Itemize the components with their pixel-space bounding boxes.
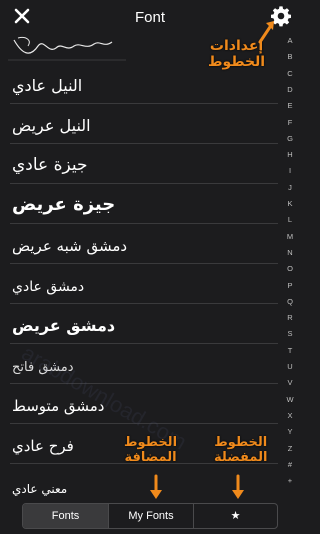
index-letter[interactable]: P <box>282 281 298 290</box>
index-letter[interactable]: R <box>282 313 298 322</box>
index-letter[interactable]: N <box>282 248 298 257</box>
font-row-label: النيل عريض <box>12 116 91 135</box>
font-row[interactable]: النيل عريض <box>10 104 278 144</box>
index-letter[interactable]: Q <box>282 297 298 306</box>
font-row-label: دمشق فاتح <box>12 360 74 375</box>
font-row-label: دمشق عادي <box>12 279 85 295</box>
font-row[interactable]: جيزة عريض <box>10 184 278 224</box>
index-letter[interactable]: I <box>282 166 298 175</box>
index-letter[interactable]: + <box>282 476 298 485</box>
font-row[interactable]: دمشق شبه عريض <box>10 224 278 264</box>
font-row-label: جيزة عريض <box>12 194 116 215</box>
alphabet-index[interactable]: A B C D E F G H I J K L M N O P Q R S T U V W X Y Z # + <box>282 36 298 496</box>
index-letter[interactable]: J <box>282 183 298 192</box>
font-row-label: جيزة عادي <box>12 155 88 175</box>
tab-favorites[interactable]: ★ <box>193 504 277 528</box>
index-letter[interactable]: V <box>282 378 298 387</box>
index-letter[interactable]: K <box>282 199 298 208</box>
index-letter[interactable]: S <box>282 329 298 338</box>
index-letter[interactable]: A <box>282 36 298 45</box>
index-letter[interactable]: O <box>282 264 298 273</box>
index-letter[interactable]: Z <box>282 444 298 453</box>
index-letter[interactable]: G <box>282 134 298 143</box>
index-letter[interactable]: B <box>282 52 298 61</box>
index-letter[interactable]: W <box>282 395 298 404</box>
index-letter[interactable]: Y <box>282 427 298 436</box>
font-row[interactable]: جيزة عادي <box>10 144 278 184</box>
index-letter[interactable]: X <box>282 411 298 420</box>
index-letter[interactable]: E <box>282 101 298 110</box>
font-row[interactable]: دمشق متوسط <box>10 384 278 424</box>
font-row-label: النيل عادي <box>12 76 83 95</box>
index-letter[interactable]: D <box>282 85 298 94</box>
header-bar: Font <box>0 0 300 36</box>
font-row-label: دمشق متوسط <box>12 397 105 415</box>
arrow-icon <box>150 474 162 499</box>
font-row-label: دمشق عريض <box>12 316 116 335</box>
index-letter[interactable]: T <box>282 346 298 355</box>
index-letter[interactable]: L <box>282 215 298 224</box>
font-row-label: دمشق شبه عريض <box>12 237 128 255</box>
annotation-favorite-fonts: الخطوط المفضلة <box>214 435 268 465</box>
font-row[interactable]: دمشق عريض <box>10 304 278 344</box>
font-list: النيل عادي النيل عريض جيزة عادي جيزة عري… <box>0 36 280 500</box>
calligraphy-font-preview[interactable] <box>8 36 128 64</box>
font-row-label: فرح عادي <box>12 437 74 455</box>
tab-my-fonts[interactable]: My Fonts <box>108 504 193 528</box>
font-row[interactable]: دمشق عادي <box>10 264 278 304</box>
segmented-tab-bar: Fonts My Fonts ★ <box>22 503 278 529</box>
arrow-icon <box>232 474 244 499</box>
index-letter[interactable]: U <box>282 362 298 371</box>
index-letter[interactable]: M <box>282 232 298 241</box>
font-row[interactable]: دمشق فاتح <box>10 344 278 384</box>
index-letter[interactable]: # <box>282 460 298 469</box>
tab-fonts[interactable]: Fonts <box>23 504 108 528</box>
annotation-added-fonts: الخطوط المضافة <box>124 435 178 465</box>
index-letter[interactable]: F <box>282 118 298 127</box>
index-letter[interactable]: C <box>282 69 298 78</box>
page-title: Font <box>134 9 165 26</box>
font-row-label: معني عادي <box>12 482 68 496</box>
index-letter[interactable]: H <box>282 150 298 159</box>
arrow-icon <box>258 21 274 44</box>
